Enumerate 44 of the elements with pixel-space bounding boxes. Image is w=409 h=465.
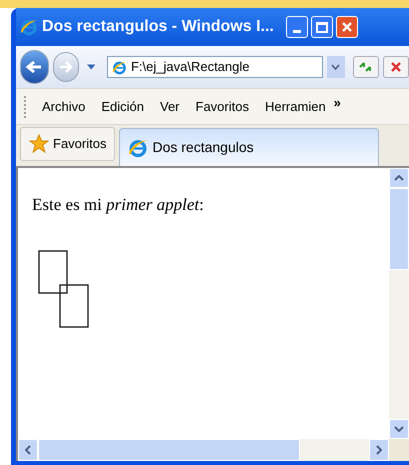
left-arrow-icon (25, 60, 44, 74)
window-title: Dos rectangulos - Windows I... (42, 17, 274, 37)
stop-icon (390, 61, 402, 73)
refresh-button[interactable] (352, 56, 379, 78)
up-chevron-icon (394, 175, 404, 181)
dropdown-caret-icon (86, 64, 95, 70)
maximize-button[interactable] (310, 16, 333, 38)
horizontal-scroll-thumb[interactable] (38, 439, 300, 461)
minimize-icon (292, 30, 301, 33)
stop-button[interactable] (382, 56, 409, 78)
horizontal-scrollbar[interactable] (18, 439, 389, 461)
right-chevron-icon (376, 445, 382, 455)
star-icon (29, 134, 49, 154)
back-button[interactable] (20, 50, 49, 84)
scroll-left-button[interactable] (18, 439, 38, 461)
caret-icon (331, 64, 340, 70)
favorites-button[interactable]: Favoritos (20, 127, 116, 161)
menu-overflow-button[interactable]: » (334, 96, 341, 109)
browser-logo-icon (20, 18, 38, 36)
close-button[interactable] (336, 16, 358, 38)
vertical-scrollbar[interactable] (389, 168, 409, 439)
address-dropdown-button[interactable] (326, 56, 345, 78)
menu-item[interactable]: Ver (152, 96, 188, 116)
scroll-up-button[interactable] (389, 168, 409, 188)
close-icon (340, 21, 353, 33)
down-chevron-icon (394, 426, 404, 432)
browser-tab[interactable]: Dos rectangulos (119, 128, 380, 166)
scrollbar-corner (389, 439, 409, 461)
browser-logo-icon (112, 60, 127, 74)
maximize-icon (316, 22, 328, 32)
scroll-down-button[interactable] (389, 419, 409, 439)
menu-item[interactable]: Edición (93, 96, 152, 116)
right-arrow-icon (58, 61, 74, 73)
refresh-arrows-icon (358, 61, 374, 73)
menu-item[interactable]: Favoritos (188, 96, 257, 116)
minimize-button[interactable] (286, 16, 308, 38)
scroll-thumb[interactable] (389, 188, 409, 270)
browser-logo-icon (128, 138, 148, 158)
address-field[interactable]: F:\ej_java\Rectangle (106, 56, 323, 78)
menu-item[interactable]: Herramien (256, 96, 334, 116)
left-chevron-icon (25, 445, 31, 455)
page-text: Este es mi primer applet: (32, 194, 205, 216)
menu-item[interactable]: Archivo (34, 96, 94, 116)
scroll-right-button[interactable] (369, 439, 389, 461)
